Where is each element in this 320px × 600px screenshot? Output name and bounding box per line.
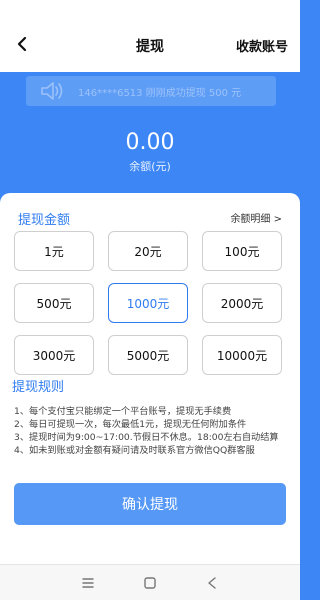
rule-item: 3、提现时间为9:00~17:00.节假日不休息。18:00左右自动结算 <box>14 432 279 443</box>
menu-icon <box>82 578 94 588</box>
amount-grid: 1元 20元 100元 500元 1000元 2000元 3000元 5000元… <box>14 231 286 375</box>
back-nav-button[interactable] <box>202 573 222 593</box>
balance-detail-link[interactable]: 余额明细 > <box>230 210 282 225</box>
amount-option[interactable]: 500元 <box>14 283 94 323</box>
amount-option[interactable]: 3000元 <box>14 335 94 375</box>
system-nav-bar <box>0 564 300 600</box>
withdraw-notice-banner: 146****6513 刚刚成功提现 500 元 <box>26 76 276 106</box>
amount-option[interactable]: 2000元 <box>202 283 282 323</box>
payee-account-link[interactable]: 收款账号 <box>236 36 288 55</box>
speaker-icon <box>40 80 66 106</box>
amount-option[interactable]: 10000元 <box>202 335 282 375</box>
amount-option[interactable]: 20元 <box>108 231 188 271</box>
amount-option[interactable]: 100元 <box>202 231 282 271</box>
confirm-withdraw-button[interactable]: 确认提现 <box>14 483 286 525</box>
withdraw-rules-list: 1、每个支付宝只能绑定一个平台账号，提现无手续费 2、每日可提现一次，每次最低1… <box>14 405 294 457</box>
withdraw-rules-title: 提现规则 <box>12 380 65 395</box>
amount-option[interactable]: 5000元 <box>108 335 188 375</box>
back-triangle-icon <box>208 577 216 589</box>
menu-nav-button[interactable] <box>78 573 98 593</box>
top-bar: 提现 收款账号 <box>0 0 300 72</box>
rule-item: 4、如未到账或对金额有疑问请及时联系官方微信QQ群客服 <box>14 445 255 456</box>
rule-item: 1、每个支付宝只能绑定一个平台账号，提现无手续费 <box>14 406 232 417</box>
withdraw-card: 提现金额 余额明细 > 1元 20元 100元 500元 1000元 2000元… <box>0 193 300 600</box>
balance-value: 0.00 <box>125 130 175 155</box>
withdraw-amount-title: 提现金额 <box>18 213 71 228</box>
balance-label: 余额(元) <box>129 160 171 173</box>
amount-option[interactable]: 1元 <box>14 231 94 271</box>
amount-option-selected[interactable]: 1000元 <box>108 283 188 323</box>
notice-text: 146****6513 刚刚成功提现 500 元 <box>78 88 242 99</box>
home-square-icon <box>144 577 156 589</box>
home-nav-button[interactable] <box>140 573 160 593</box>
rule-item: 2、每日可提现一次，每次最低1元，提现无任何附加条件 <box>14 419 247 430</box>
